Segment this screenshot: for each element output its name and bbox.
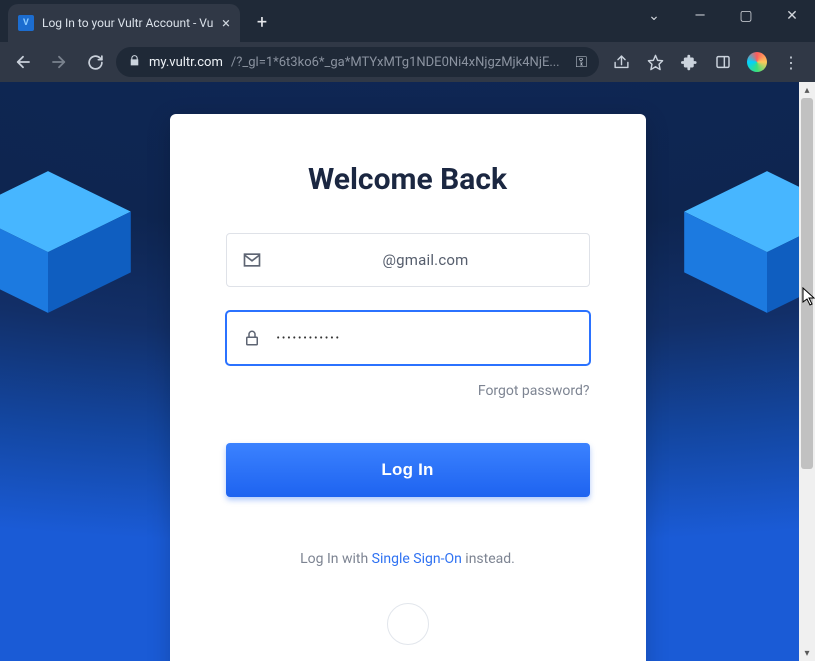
browser-tab[interactable]: V Log In to your Vultr Account - Vu × <box>8 4 240 42</box>
sso-link[interactable]: Single Sign-On <box>372 551 462 567</box>
profile-extension-icon[interactable] <box>741 47 773 77</box>
sso-row: Log In with Single Sign-On instead. <box>226 551 590 567</box>
browser-toolbar: my.vultr.com /?_gl=1*6t3ko6*_ga*MTYxMTg1… <box>0 42 815 82</box>
login-heading: Welcome Back <box>226 162 590 197</box>
side-panel-icon[interactable] <box>707 47 739 77</box>
tab-title: Log In to your Vultr Account - Vu <box>42 16 214 30</box>
forward-button[interactable] <box>44 47 74 77</box>
sso-suffix: instead. <box>462 551 515 567</box>
window-titlebar: V Log In to your Vultr Account - Vu × + … <box>0 0 815 42</box>
scrollbar[interactable]: ▴ ▾ <box>799 82 815 661</box>
login-card: Welcome Back @gmail.com •••••••••••• For… <box>170 114 646 661</box>
reload-button[interactable] <box>80 47 110 77</box>
close-icon[interactable]: × <box>222 16 230 31</box>
decorative-cube-right <box>675 162 815 322</box>
password-value: •••••••••••• <box>277 333 575 344</box>
share-icon[interactable] <box>605 47 637 77</box>
bookmark-star-icon[interactable] <box>639 47 671 77</box>
key-icon[interactable]: ⚿ <box>576 53 587 71</box>
mouse-cursor <box>802 287 815 311</box>
url-path: /?_gl=1*6t3ko6*_ga*MTYxMTg1NDE0Ni4xNjgzM… <box>231 55 568 70</box>
envelope-icon <box>241 250 263 270</box>
vultr-favicon: V <box>18 15 34 31</box>
back-button[interactable] <box>8 47 38 77</box>
minimize-button[interactable]: — <box>677 0 723 32</box>
email-value: @gmail.com <box>277 251 575 269</box>
sso-prefix: Log In with <box>300 551 372 567</box>
extensions-icon[interactable] <box>673 47 705 77</box>
kebab-menu-icon[interactable]: ⋮ <box>775 47 807 77</box>
close-window-button[interactable]: ✕ <box>769 0 815 32</box>
password-field[interactable]: •••••••••••• <box>226 311 590 365</box>
email-field[interactable]: @gmail.com <box>226 233 590 287</box>
scroll-up-icon[interactable]: ▴ <box>799 82 815 98</box>
forgot-password-link[interactable]: Forgot password? <box>226 383 590 399</box>
new-tab-button[interactable]: + <box>248 8 276 36</box>
lock-icon <box>241 329 263 347</box>
login-button[interactable]: Log In <box>226 443 590 497</box>
decorative-cube-left <box>0 162 140 322</box>
url-host: my.vultr.com <box>149 55 223 70</box>
maximize-button[interactable]: ▢ <box>723 0 769 32</box>
divider-circle <box>387 603 429 645</box>
chevron-down-icon[interactable]: ⌄ <box>631 0 677 32</box>
scroll-down-icon[interactable]: ▾ <box>799 645 815 661</box>
lock-icon <box>128 54 141 70</box>
scrollbar-thumb[interactable] <box>801 98 813 469</box>
page-viewport: Welcome Back @gmail.com •••••••••••• For… <box>0 82 815 661</box>
address-bar[interactable]: my.vultr.com /?_gl=1*6t3ko6*_ga*MTYxMTg1… <box>116 47 599 77</box>
